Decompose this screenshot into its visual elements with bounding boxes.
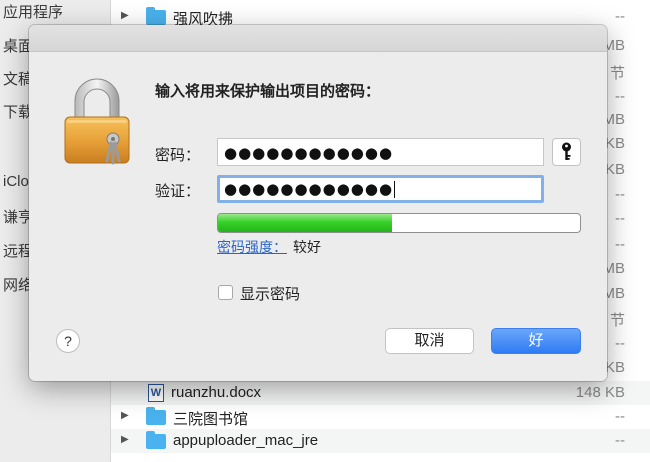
disclosure-triangle-icon[interactable]: ▶ — [121, 410, 129, 421]
show-password-checkbox[interactable] — [218, 285, 233, 300]
password-strength-fill — [218, 214, 392, 232]
file-row[interactable]: ▶ 三院图书馆 -- — [111, 405, 650, 429]
dialog-title-bar — [29, 25, 607, 52]
help-button[interactable]: ? — [56, 329, 80, 353]
password-strength-link[interactable]: 密码强度： — [217, 237, 287, 257]
verify-value: ●●●●●●●●●●●● — [224, 180, 396, 198]
password-label: 密码： — [155, 147, 201, 164]
text-caret — [394, 181, 396, 198]
file-row[interactable]: ▶ appuploader_mac_jre -- — [111, 429, 650, 453]
file-size: 148 KB — [575, 384, 625, 401]
verify-label: 验证： — [155, 183, 201, 200]
ok-button[interactable]: 好 — [491, 328, 581, 354]
folder-icon — [146, 431, 166, 449]
file-name: ruanzhu.docx — [171, 384, 262, 401]
cancel-button[interactable]: 取消 — [385, 328, 474, 354]
folder-icon — [146, 407, 166, 425]
disclosure-triangle-icon[interactable]: ▶ — [121, 434, 129, 445]
file-size: -- — [615, 186, 625, 203]
file-size: 节 — [609, 312, 625, 329]
password-dialog: 输入将用来保护输出项目的密码： 密码： ●●●●●●●●●●●● 验证： ●●●… — [29, 25, 607, 381]
verify-dots: ●●●●●●●●●●●● — [224, 180, 394, 198]
verify-field[interactable]: ●●●●●●●●●●●● — [217, 175, 544, 203]
file-size: -- — [615, 432, 625, 449]
password-value: ●●●●●●●●●●●● — [224, 144, 394, 162]
password-assistant-button[interactable] — [552, 138, 581, 166]
file-size: KB — [604, 135, 625, 152]
key-icon — [562, 142, 571, 160]
file-name: 三院图书馆 — [173, 411, 249, 428]
file-size: -- — [615, 8, 625, 25]
file-size: -- — [615, 88, 625, 105]
file-size: -- — [615, 335, 625, 352]
file-size: -- — [615, 210, 625, 227]
file-name: appuploader_mac_jre — [173, 432, 319, 449]
file-row[interactable]: W ruanzhu.docx 148 KB — [111, 381, 650, 405]
password-strength-value: 较好 — [293, 239, 321, 255]
file-size: -- — [615, 236, 625, 253]
file-size: KB — [604, 359, 625, 376]
file-size: 节 — [609, 65, 625, 82]
password-field[interactable]: ●●●●●●●●●●●● — [217, 138, 544, 166]
file-size: KB — [604, 161, 625, 178]
file-size: -- — [615, 408, 625, 425]
sidebar-item-applications[interactable]: 应用程序 — [3, 1, 63, 22]
word-document-icon: W — [148, 384, 164, 402]
dialog-prompt: 输入将用来保护输出项目的密码： — [155, 83, 381, 100]
padlock-with-keys-icon — [64, 78, 130, 165]
show-password-label[interactable]: 显示密码 — [240, 283, 300, 304]
folder-icon — [146, 7, 166, 25]
disclosure-triangle-icon[interactable]: ▶ — [121, 10, 129, 21]
password-strength-meter — [217, 213, 581, 233]
